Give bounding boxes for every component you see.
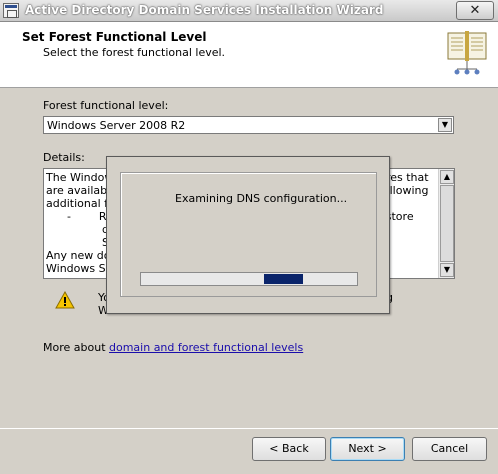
app-icon xyxy=(3,3,19,18)
progress-fill xyxy=(264,274,303,284)
progress-dialog: Examining DNS configuration... xyxy=(106,156,390,314)
forest-level-label: Forest functional level: xyxy=(43,99,169,112)
wizard-header: Set Forest Functional Level Select the f… xyxy=(0,22,498,88)
chevron-down-icon[interactable]: ▼ xyxy=(438,118,452,132)
scroll-up-icon[interactable]: ▲ xyxy=(440,170,454,184)
functional-levels-link[interactable]: domain and forest functional levels xyxy=(109,341,303,354)
details-scrollbar[interactable]: ▲ ▼ xyxy=(438,169,454,278)
next-button[interactable]: Next > xyxy=(330,437,405,461)
scroll-thumb[interactable] xyxy=(440,185,454,262)
details-label: Details: xyxy=(43,151,85,164)
book-icon xyxy=(447,31,487,75)
progress-panel: Examining DNS configuration... xyxy=(120,172,377,297)
page-subtitle: Select the forest functional level. xyxy=(43,46,226,59)
back-button[interactable]: < Back xyxy=(252,437,326,461)
wizard-window: Active Directory Domain Services Install… xyxy=(0,0,498,474)
warning-icon xyxy=(55,291,75,309)
window-title: Active Directory Domain Services Install… xyxy=(25,3,384,17)
footer-divider xyxy=(0,428,498,429)
progress-bar xyxy=(140,272,358,286)
more-prefix: More about xyxy=(43,341,109,354)
forest-level-value: Windows Server 2008 R2 xyxy=(47,119,186,132)
more-info: More about domain and forest functional … xyxy=(43,341,303,354)
close-button[interactable]: ✕ xyxy=(456,1,494,20)
scroll-down-icon[interactable]: ▼ xyxy=(440,263,454,277)
forest-level-select[interactable]: Windows Server 2008 R2 ▼ xyxy=(43,116,454,134)
progress-message: Examining DNS configuration... xyxy=(175,192,348,205)
title-bar: Active Directory Domain Services Install… xyxy=(0,0,498,22)
page-title: Set Forest Functional Level xyxy=(22,30,207,44)
cancel-button[interactable]: Cancel xyxy=(412,437,487,461)
